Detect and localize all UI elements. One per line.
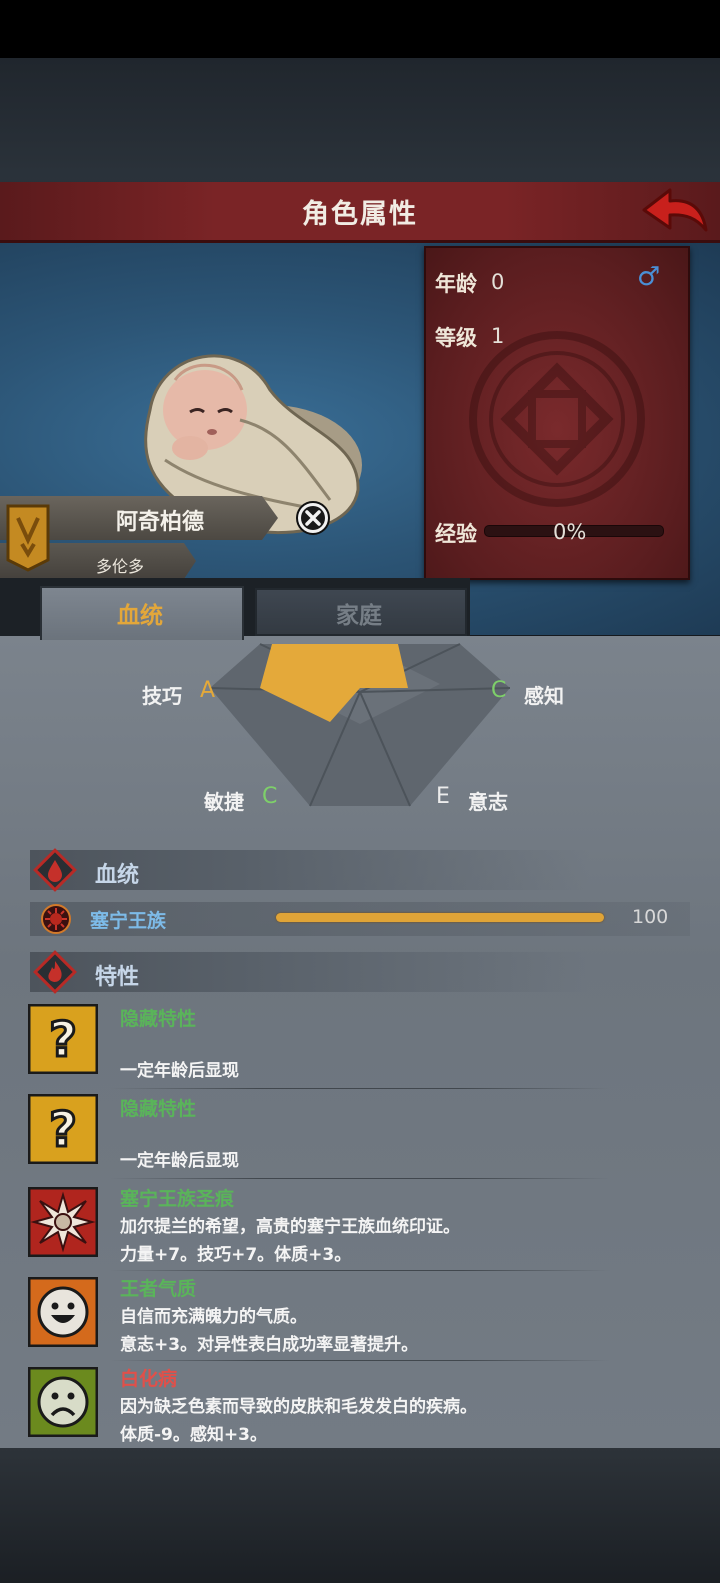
level-label: 等级 (435, 326, 477, 350)
celtic-knot-emblem (469, 331, 645, 507)
divider (110, 1360, 610, 1361)
hidden-trait-question-icon[interactable]: ? (28, 1094, 98, 1164)
xp-value: 0% (553, 520, 587, 544)
male-gender-icon: ♂ (637, 262, 661, 292)
divider (110, 1178, 610, 1179)
trait-description: 一定年龄后显现 (120, 1151, 239, 1171)
skill-label: 技巧 (142, 684, 182, 708)
bloodline-purity-bar (276, 913, 604, 922)
page-title: 角色属性 (302, 199, 418, 230)
trait-effects: 力量+7。技巧+7。体质+3。 (120, 1245, 352, 1265)
trait-description: 自信而充满魄力的气质。 (120, 1307, 307, 1327)
will-grade: E (436, 784, 450, 809)
divider (110, 1270, 610, 1271)
agility-grade: C (262, 784, 278, 809)
perception-grade: C (491, 678, 507, 703)
xp-label: 经验 (435, 522, 477, 546)
trait-name: 塞宁王族圣痕 (120, 1188, 235, 1210)
close-icon[interactable] (295, 500, 331, 536)
trait-effects: 体质-9。感知+3。 (120, 1425, 267, 1445)
character-city: 多伦多 (95, 557, 144, 576)
royal-stigmata-icon[interactable] (28, 1187, 98, 1257)
divider (110, 1088, 610, 1089)
bloodline-name: 塞宁王族 (90, 910, 167, 932)
bloodline-sun-icon (41, 904, 71, 934)
bloodline-value: 100 (632, 906, 669, 928)
trait-name: 隐藏特性 (120, 1008, 197, 1030)
status-bar (0, 0, 720, 58)
trait-name-negative: 白化病 (120, 1368, 178, 1390)
trait-effects: 意志+3。对异性表白成功率显著提升。 (120, 1335, 419, 1355)
trait-description: 一定年龄后显现 (120, 1061, 239, 1081)
tab-family-label: 家庭 (336, 603, 382, 629)
back-arrow-icon[interactable] (640, 186, 710, 236)
level-value: 1 (491, 324, 505, 348)
attribute-radar-chart (210, 643, 510, 807)
family-banner-icon (6, 504, 50, 572)
age-value: 0 (491, 270, 505, 294)
bloodline-section-title: 血统 (95, 863, 140, 888)
agility-label: 敏捷 (204, 790, 244, 814)
trait-description: 加尔提兰的希望，高贵的塞宁王族血统印证。 (120, 1217, 460, 1237)
svg-text:?: ? (49, 1102, 77, 1158)
character-name: 阿奇柏德 (115, 510, 204, 535)
age-label: 年龄 (435, 272, 477, 296)
bottom-background (0, 1448, 720, 1583)
hidden-trait-question-icon[interactable]: ? (28, 1004, 98, 1074)
trait-description: 因为缺乏色素而导致的皮肤和毛发发白的疾病。 (120, 1397, 477, 1417)
smiling-face-icon[interactable] (28, 1277, 98, 1347)
trait-name: 王者气质 (120, 1278, 197, 1300)
upper-background (0, 58, 720, 183)
tab-bloodline-label: 血统 (117, 603, 163, 629)
flame-trait-icon (33, 950, 77, 994)
blood-drop-icon (33, 848, 77, 892)
will-label: 意志 (468, 790, 508, 814)
svg-text:?: ? (49, 1012, 77, 1068)
perception-label: 感知 (524, 684, 564, 708)
traits-section-title: 特性 (95, 965, 140, 990)
trait-name: 隐藏特性 (120, 1098, 197, 1120)
skill-grade: A (200, 678, 216, 703)
sad-face-icon[interactable] (28, 1367, 98, 1437)
